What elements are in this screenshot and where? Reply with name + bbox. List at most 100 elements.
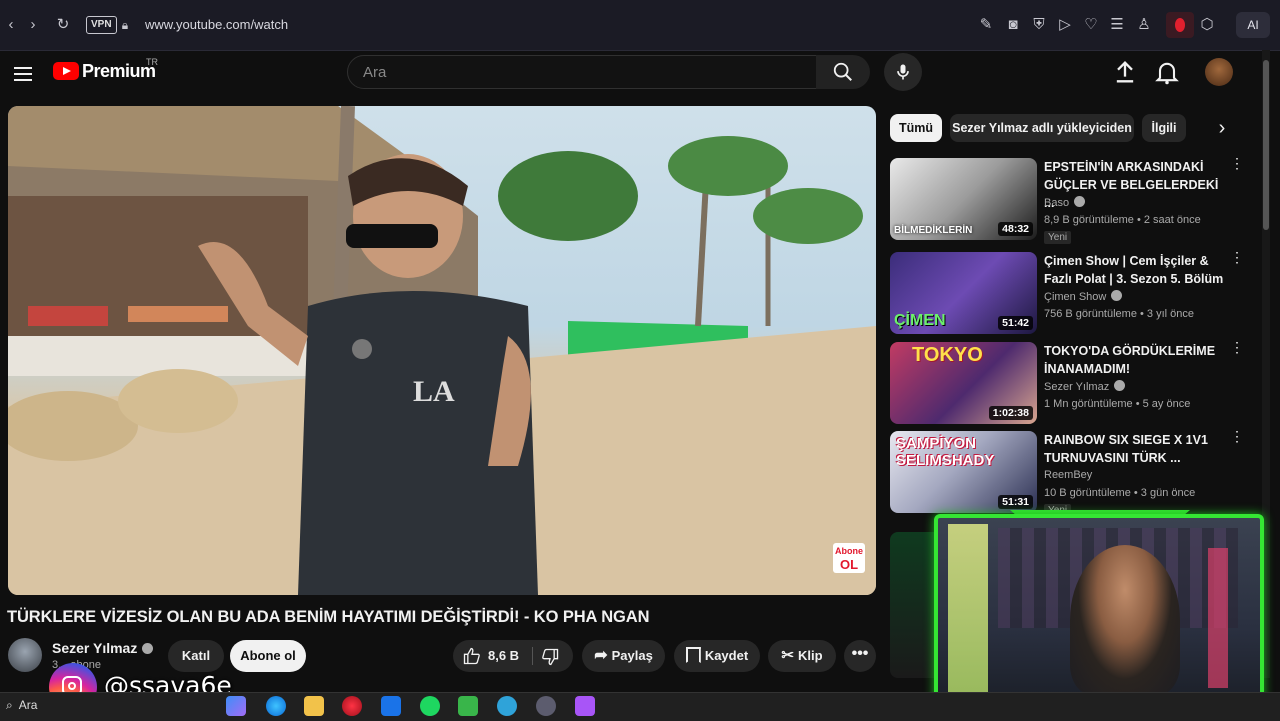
video-title[interactable]: Çimen Show | Cem İşçiler & Fazlı Polat |… [1044, 252, 1224, 288]
chevron-right-icon[interactable]: › [1210, 116, 1234, 140]
thumbnail-text: ŞAMPİYON SELIMSHADY [896, 435, 995, 469]
video-thumbnail[interactable]: BİLMEDİKLERİN 48:32 [890, 158, 1037, 240]
like-divider [532, 647, 533, 665]
notifications-bell-icon[interactable] [1153, 58, 1181, 86]
search-button[interactable] [816, 55, 870, 89]
microphone-icon [897, 64, 909, 80]
channel-name-text: ReemBey [1044, 469, 1093, 481]
recommendation-item[interactable]: TOKYO 1:02:38 TOKYO'DA GÖRDÜKLERİME İNAN… [890, 340, 1256, 424]
video-thumbnail[interactable]: TOKYO 1:02:38 [890, 342, 1037, 424]
channel-name[interactable]: Sezer Yılmaz [52, 640, 154, 656]
search-input[interactable] [361, 63, 795, 82]
thumbnail-text: TOKYO [912, 344, 983, 366]
channel-avatar[interactable] [8, 638, 42, 672]
video-frame: LA [8, 106, 876, 595]
vpn-badge[interactable]: VPN [86, 16, 117, 34]
mail-icon[interactable] [381, 696, 401, 716]
thumbs-up-icon[interactable] [462, 646, 482, 666]
instagram-lens [68, 682, 76, 690]
camera-icon[interactable]: ◙ [1002, 14, 1024, 36]
scrollbar-thumb[interactable] [1263, 60, 1269, 230]
channel-name[interactable]: Çimen Show [1044, 290, 1123, 303]
video-title: TÜRKLERE VİZESİZ OLAN BU ADA BENİM HAYAT… [7, 608, 650, 626]
globe-icon[interactable] [497, 696, 517, 716]
save-button[interactable]: Kaydet [674, 640, 760, 672]
bookmark-icon [685, 647, 701, 663]
taskbar-search[interactable]: ⌕ Ara [6, 698, 37, 713]
recommendation-item[interactable]: BİLMEDİKLERİN 48:32 EPSTEİN'İN ARKASINDA… [890, 156, 1256, 244]
channel-name[interactable]: Baso [1044, 196, 1086, 209]
heart-icon[interactable]: ♡ [1080, 14, 1102, 36]
reload-icon[interactable]: ↻ [52, 14, 74, 36]
address-bar[interactable]: www.youtube.com/watch [145, 17, 288, 32]
thumbs-down-icon[interactable] [540, 647, 560, 667]
camera-app-icon[interactable] [575, 696, 595, 716]
thumbnail-text: BİLMEDİKLERİN [894, 225, 973, 236]
clip-button[interactable]: ✂ Klip [768, 640, 836, 672]
forward-icon[interactable]: › [22, 14, 44, 36]
chip-from-uploader[interactable]: Sezer Yılmaz adlı yükleyiciden [950, 114, 1134, 142]
more-vertical-icon[interactable]: ⋮ [1230, 429, 1244, 443]
join-button[interactable]: Katıl [168, 640, 224, 672]
subscribe-button[interactable]: Abone ol [230, 640, 306, 672]
video-duration: 51:31 [998, 495, 1033, 509]
video-thumbnail[interactable]: ÇİMEN 51:42 [890, 252, 1037, 334]
search-icon [833, 62, 852, 81]
more-vertical-icon[interactable]: ⋮ [1230, 250, 1244, 264]
app-icon[interactable] [458, 696, 478, 716]
channel-name-text: Sezer Yılmaz [52, 640, 138, 656]
edit-icon[interactable]: ✎ [975, 14, 997, 36]
opera-icon[interactable] [1166, 12, 1194, 38]
extension-icon[interactable]: ⬡ [1196, 14, 1218, 36]
spotify-icon[interactable] [420, 696, 440, 716]
hamburger-menu-icon[interactable] [14, 63, 32, 85]
video-thumbnail[interactable]: ŞAMPİYON SELIMSHADY 51:31 [890, 431, 1037, 513]
chip-related[interactable]: İlgili [1142, 114, 1186, 142]
account-avatar[interactable] [1205, 58, 1233, 86]
account-icon[interactable]: ♙ [1133, 14, 1155, 36]
obs-icon[interactable] [536, 696, 556, 716]
youtube-logo-icon[interactable] [53, 62, 79, 80]
video-player[interactable]: LA Abone OL [8, 106, 876, 595]
voice-search-button[interactable] [884, 53, 922, 91]
thumbnail-text: ÇİMEN [894, 312, 946, 329]
video-duration: 1:02:38 [988, 406, 1033, 420]
verified-icon [142, 643, 154, 654]
upload-icon[interactable] [1111, 58, 1139, 86]
more-vertical-icon[interactable]: ⋮ [1230, 156, 1244, 170]
more-vertical-icon[interactable]: ⋮ [1230, 340, 1244, 354]
like-dislike-group: 8,6 B [453, 640, 573, 672]
video-duration: 51:42 [998, 316, 1033, 330]
streamer [1070, 545, 1180, 695]
more-actions-button[interactable]: ••• [844, 640, 876, 672]
opera-gx-icon[interactable] [342, 696, 362, 716]
channel-name[interactable]: Sezer Yılmaz [1044, 380, 1126, 393]
search-box[interactable] [347, 55, 817, 89]
logo-text[interactable]: Premium [82, 61, 156, 82]
recommendation-item[interactable]: ÇİMEN 51:42 Çimen Show | Cem İşçiler & F… [890, 250, 1256, 334]
copilot-icon[interactable] [226, 696, 246, 716]
shield-icon[interactable]: ⛨ [1028, 14, 1050, 36]
ai-button[interactable]: AI [1236, 12, 1270, 38]
channel-name-text: Sezer Yılmaz [1044, 381, 1110, 393]
lock-icon[interactable]: 🔒︎ [114, 14, 136, 36]
video-title[interactable]: RAINBOW SIX SIEGE X 1V1 TURNUVASINI TÜRK… [1044, 431, 1224, 467]
menu-icon[interactable]: ☰ [1106, 14, 1128, 36]
video-meta: 10 B görüntüleme • 3 gün önce [1044, 487, 1196, 499]
video-thumbnail-partial[interactable] [890, 532, 934, 678]
video-meta: 1 Mn görüntüleme • 5 ay önce [1044, 398, 1191, 410]
subscribe-overlay-badge[interactable]: Abone OL [833, 543, 865, 573]
back-icon[interactable]: ‹ [0, 14, 22, 36]
video-title[interactable]: TOKYO'DA GÖRDÜKLERİME İNANAMADIM! [1044, 342, 1224, 378]
share-button[interactable]: ➦ Paylaş [582, 640, 665, 672]
file-explorer-icon[interactable] [304, 696, 324, 716]
verified-icon [1111, 290, 1123, 301]
recommendation-item[interactable]: ŞAMPİYON SELIMSHADY 51:31 RAINBOW SIX SI… [890, 429, 1256, 517]
edge-icon[interactable] [266, 696, 286, 716]
taskbar [0, 692, 1280, 721]
chip-all[interactable]: Tümü [890, 114, 942, 142]
channel-name[interactable]: ReemBey [1044, 469, 1092, 481]
like-count[interactable]: 8,6 B [488, 640, 519, 672]
scissors-icon: ✂ [781, 647, 794, 664]
play-icon[interactable]: ▷ [1054, 14, 1076, 36]
